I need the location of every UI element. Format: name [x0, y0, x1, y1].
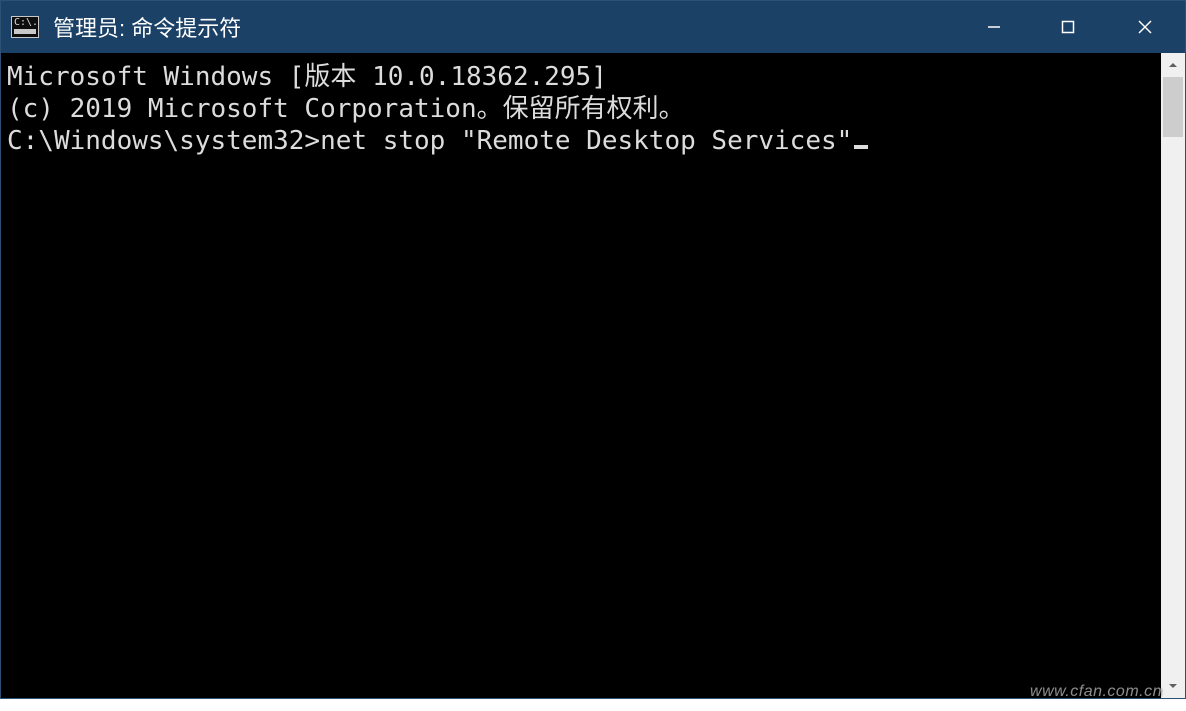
scroll-track[interactable]: [1161, 77, 1185, 674]
scroll-down-button[interactable]: [1161, 674, 1185, 698]
minimize-button[interactable]: [957, 1, 1031, 53]
window-title: 管理员: 命令提示符: [53, 11, 241, 43]
maximize-icon: [1060, 19, 1076, 35]
chevron-up-icon: [1167, 59, 1179, 71]
output-line: Microsoft Windows [版本 10.0.18362.295]: [7, 61, 1155, 93]
cmd-icon: C:\.: [11, 16, 39, 38]
prompt: C:\Windows\system32>: [7, 126, 320, 156]
maximize-button[interactable]: [1031, 1, 1105, 53]
scroll-up-button[interactable]: [1161, 53, 1185, 77]
text-cursor: [854, 145, 868, 149]
prompt-line: C:\Windows\system32>net stop "Remote Des…: [7, 125, 1155, 157]
close-icon: [1136, 18, 1154, 36]
terminal-output[interactable]: Microsoft Windows [版本 10.0.18362.295](c)…: [1, 53, 1161, 698]
cmd-window: C:\. 管理员: 命令提示符 Mi: [0, 0, 1186, 699]
window-controls: [957, 1, 1185, 53]
chevron-down-icon: [1167, 680, 1179, 692]
titlebar[interactable]: C:\. 管理员: 命令提示符: [1, 1, 1185, 53]
client-area: Microsoft Windows [版本 10.0.18362.295](c)…: [1, 53, 1185, 698]
typed-command: net stop "Remote Desktop Services": [320, 126, 852, 156]
cmd-icon-text: C:\.: [14, 18, 38, 27]
watermark-text: www.cfan.com.cn: [1030, 683, 1162, 701]
scroll-thumb[interactable]: [1163, 77, 1183, 137]
minimize-icon: [986, 19, 1002, 35]
vertical-scrollbar[interactable]: [1161, 53, 1185, 698]
output-line: (c) 2019 Microsoft Corporation。保留所有权利。: [7, 93, 1155, 125]
close-button[interactable]: [1105, 1, 1185, 53]
cmd-icon-bar: [14, 29, 36, 34]
